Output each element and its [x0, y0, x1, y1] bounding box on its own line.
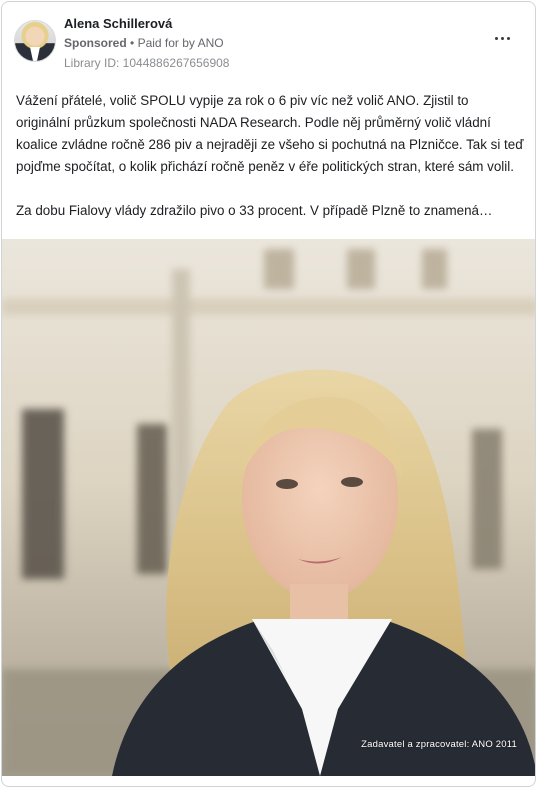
avatar[interactable] [14, 20, 56, 62]
portrait-photo [2, 239, 535, 776]
dot [495, 37, 498, 40]
dot [507, 37, 510, 40]
ad-image[interactable]: Zadavatel a zpracovatel: ANO 2011 [2, 239, 535, 776]
dot [501, 37, 504, 40]
meta-separator: • [130, 36, 135, 50]
post-header: Alena Schillerová Sponsored • Paid for b… [2, 2, 535, 80]
post-paragraph: Vážení přátelé, volič SPOLU vypije za ro… [16, 93, 524, 174]
more-horizontal-icon[interactable] [493, 28, 513, 48]
ad-card: Alena Schillerová Sponsored • Paid for b… [1, 1, 536, 787]
library-id: Library ID: 1044886267656908 [64, 56, 230, 70]
post-paragraph: Za dobu Fialovy vlády zdražilo pivo o 33… [16, 203, 493, 218]
sponsored-label: Sponsored [64, 36, 127, 50]
post-text: Vážení přátelé, volič SPOLU vypije za ro… [16, 90, 526, 222]
avatar-collar [30, 47, 40, 61]
image-caption: Zadavatel a zpracovatel: ANO 2011 [361, 739, 517, 750]
paid-for-by: Paid for by ANO [137, 36, 224, 50]
author-name[interactable]: Alena Schillerová [64, 16, 172, 31]
sponsor-line: Sponsored • Paid for by ANO [64, 36, 224, 50]
